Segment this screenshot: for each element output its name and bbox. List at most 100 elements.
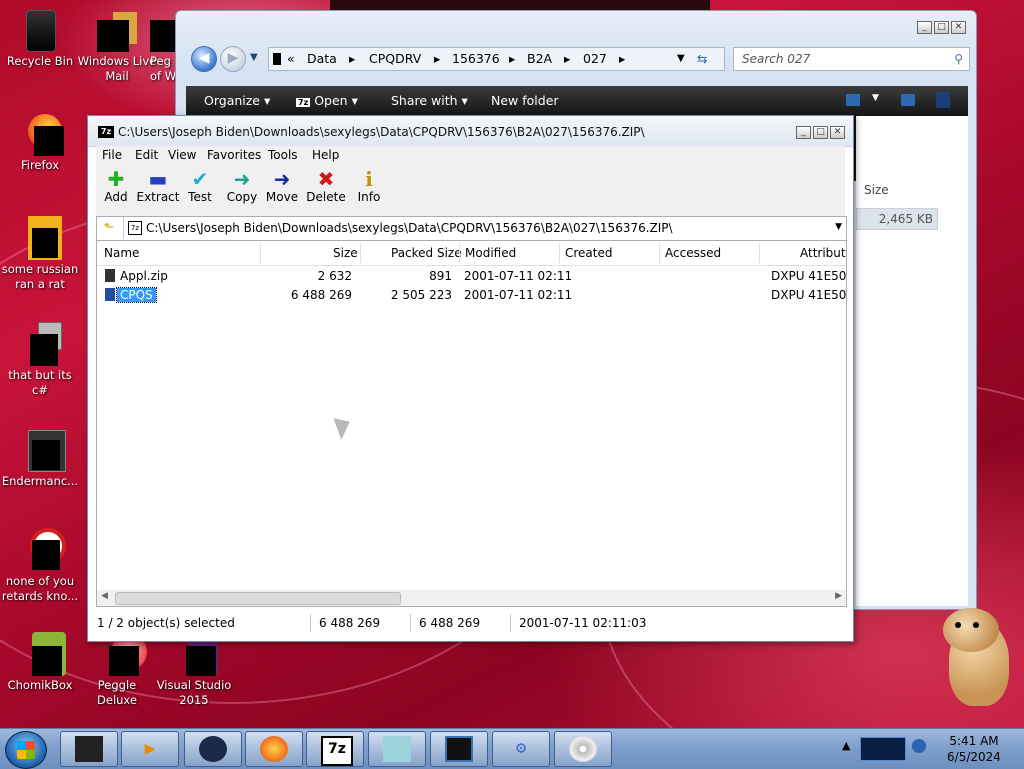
size-column-header[interactable]: Size [864, 183, 889, 197]
explorer-search-input[interactable]: Search 027 ⚲ [733, 47, 970, 71]
system-clock[interactable]: 5:41 AM 6/5/2024 [934, 733, 1014, 765]
network-icon[interactable] [912, 739, 926, 753]
7zip-title-bar[interactable]: 7z C:\Users\Joseph Biden\Downloads\sexyl… [88, 116, 853, 147]
back-arrow-icon[interactable]: ◀ [191, 46, 217, 72]
breadcrumb-cpqdrv[interactable]: CPQDRV [369, 48, 421, 70]
column-size[interactable]: Size [333, 246, 358, 260]
menu-tools[interactable]: Tools [268, 148, 298, 162]
desktop-icon-windows-live-mail[interactable]: Windows Live Mail [77, 8, 157, 84]
menu-file[interactable]: File [102, 148, 122, 162]
desktop-icon-visual-studio[interactable]: Visual Studio 2015 [154, 632, 234, 708]
desktop: Recycle Bin Windows Live Mail Peg of W F… [0, 0, 1024, 728]
7zip-icon: 7z [321, 736, 353, 766]
extract-button[interactable]: ▬ Extract [136, 168, 180, 204]
refresh-icon[interactable]: ⇆ [697, 48, 707, 70]
column-created[interactable]: Created [565, 246, 613, 260]
add-button[interactable]: ✚ Add [98, 168, 134, 204]
desktop-icon-that-but-its-csharp[interactable]: that but its c# [0, 322, 80, 398]
maximize-icon[interactable]: □ [934, 21, 949, 34]
path-dropdown-icon[interactable]: ▼ [835, 222, 842, 232]
share-with-button[interactable]: Share with ▾ [391, 93, 468, 108]
view-dropdown-icon[interactable]: ▼ [872, 93, 879, 103]
breadcrumb-027[interactable]: 027 [583, 48, 607, 70]
scrollbar-thumb[interactable] [115, 592, 401, 605]
task-monitor[interactable] [430, 731, 488, 767]
desktop-icon-firefox[interactable]: Firefox [0, 112, 80, 173]
column-accessed[interactable]: Accessed [665, 246, 721, 260]
column-packed-size[interactable]: Packed Size [391, 246, 462, 260]
organize-button[interactable]: Organize ▾ [204, 93, 270, 108]
search-icon[interactable]: ⚲ [954, 48, 963, 70]
view-options-icon[interactable] [846, 94, 860, 106]
task-firefox[interactable] [245, 731, 303, 767]
breadcrumb-156376[interactable]: 156376 [452, 48, 500, 70]
help-icon[interactable] [936, 92, 950, 108]
desktop-icon-none-of-you[interactable]: none of you retards kno... [0, 528, 80, 604]
task-steam[interactable] [184, 731, 242, 767]
breadcrumb-separator-icon[interactable]: ▸ [434, 48, 440, 70]
close-icon[interactable]: ✕ [951, 21, 966, 34]
folder-up-icon[interactable]: ⬑ [99, 219, 119, 237]
horizontal-scrollbar[interactable]: ◀ ▶ [97, 590, 846, 606]
player-icon: ▶ [144, 741, 156, 757]
close-icon[interactable]: ✕ [830, 126, 845, 139]
minimize-icon[interactable]: _ [917, 21, 932, 34]
taskbar: ▶ 7z ⚙ ▲ 5:41 AM 6/5/2024 [0, 728, 1024, 769]
test-label: Test [188, 190, 212, 204]
test-button[interactable]: ✔ Test [184, 168, 216, 204]
recycle-bin-icon [18, 8, 62, 52]
address-dropdown-icon[interactable]: ▼ [677, 48, 685, 70]
breadcrumb-separator-icon[interactable]: ▸ [564, 48, 570, 70]
breadcrumb-overflow[interactable]: « [287, 48, 295, 70]
explorer-address-bar[interactable]: « Data ▸ CPQDRV ▸ 156376 ▸ B2A ▸ 027 ▸ ▼… [268, 47, 725, 71]
column-attributes[interactable]: Attribute [800, 246, 846, 260]
move-button[interactable]: ➜ Move [264, 168, 300, 204]
desktop-icon-chomikbox[interactable]: ChomikBox [0, 632, 80, 693]
start-button[interactable] [5, 731, 47, 769]
menu-favorites[interactable]: Favorites [207, 148, 261, 162]
folder-icon [105, 288, 115, 301]
task-tools[interactable]: ⚙ [492, 731, 550, 767]
show-hidden-icons[interactable]: ▲ [842, 739, 850, 752]
tray-app-icon[interactable] [860, 737, 906, 761]
table-row[interactable]: CPQS 6 488 269 2 505 223 2001-07-11 02:1… [97, 286, 846, 305]
forward-arrow-icon[interactable]: ▶ [220, 46, 246, 72]
move-arrow-icon: ➜ [273, 167, 291, 191]
task-player[interactable]: ▶ [121, 731, 179, 767]
recent-pages-chevron-icon[interactable]: ▼ [250, 52, 258, 63]
tools-icon: ⚙ [514, 741, 528, 757]
desktop-icon-some-russian[interactable]: some russian ran a rat [0, 216, 80, 292]
menu-view[interactable]: View [168, 148, 196, 162]
table-row[interactable]: Appl.zip 2 632 891 2001-07-11 02:11 DXPU… [97, 267, 846, 286]
minimize-icon[interactable]: _ [796, 126, 811, 139]
breadcrumb-b2a[interactable]: B2A [527, 48, 552, 70]
7zip-path-input[interactable]: 7z C:\Users\Joseph Biden\Downloads\sexyl… [123, 217, 844, 239]
task-7zip[interactable]: 7z [306, 731, 364, 767]
task-media[interactable] [60, 731, 118, 767]
task-explorer[interactable] [368, 731, 426, 767]
open-button[interactable]: 7z Open ▾ [296, 93, 358, 108]
7zip-window[interactable]: 7z C:\Users\Joseph Biden\Downloads\sexyl… [87, 115, 854, 642]
maximize-icon[interactable]: □ [813, 126, 828, 139]
7zip-file-list[interactable]: Name Size Packed Size Modified Created A… [96, 240, 847, 607]
7zip-menu-bar: File Edit View Favorites Tools Help [96, 146, 845, 166]
breadcrumb-separator-icon[interactable]: ▸ [509, 48, 515, 70]
desktop-icon-endermanch[interactable]: Endermanc... [0, 428, 80, 489]
info-button[interactable]: i Info [354, 168, 384, 204]
menu-help[interactable]: Help [312, 148, 339, 162]
column-modified[interactable]: Modified [465, 246, 516, 260]
scroll-right-icon[interactable]: ▶ [835, 591, 842, 601]
copy-button[interactable]: ➜ Copy [224, 168, 260, 204]
desktop-icon-peggle-deluxe[interactable]: Peggle Deluxe [77, 632, 157, 708]
menu-edit[interactable]: Edit [135, 148, 158, 162]
breadcrumb-separator-icon[interactable]: ▸ [349, 48, 355, 70]
column-name[interactable]: Name [104, 246, 139, 260]
delete-button[interactable]: ✖ Delete [304, 168, 348, 204]
desktop-icon-recycle-bin[interactable]: Recycle Bin [0, 8, 80, 69]
scroll-left-icon[interactable]: ◀ [101, 591, 108, 601]
breadcrumb-data[interactable]: Data [307, 48, 337, 70]
new-folder-button[interactable]: New folder [491, 93, 559, 108]
breadcrumb-separator-icon[interactable]: ▸ [619, 48, 625, 70]
task-disc[interactable] [554, 731, 612, 767]
preview-pane-icon[interactable] [901, 94, 915, 106]
